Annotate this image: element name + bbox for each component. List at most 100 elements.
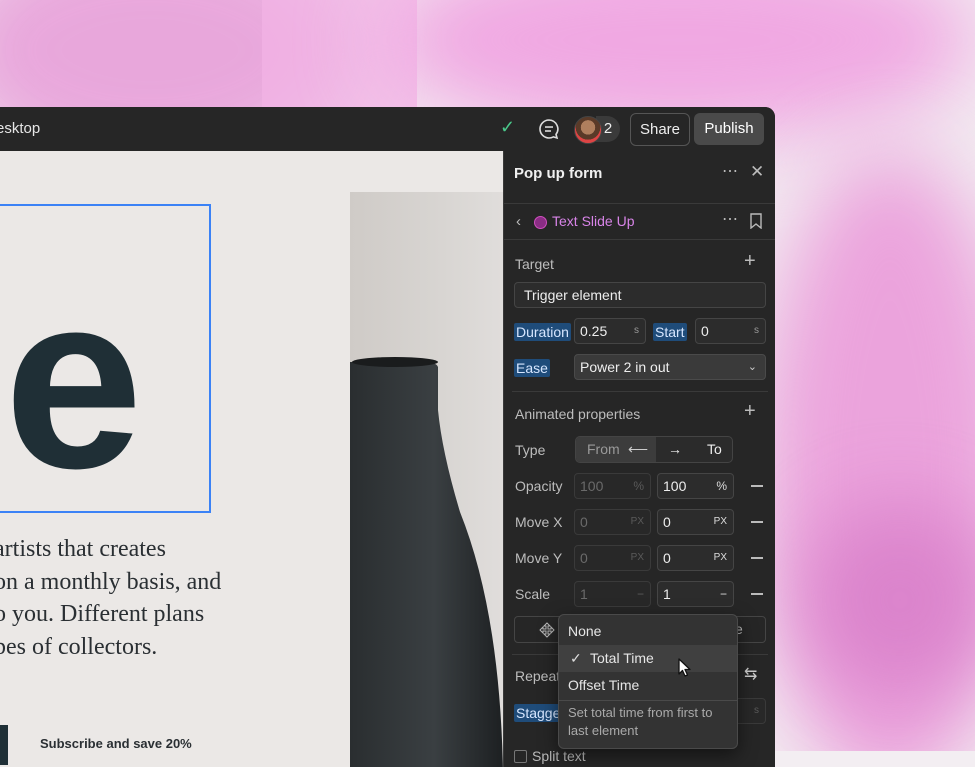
field-unit: PX bbox=[630, 516, 644, 527]
move-y-to-field[interactable]: 0 PX bbox=[657, 545, 734, 571]
dropdown-item-offset-time[interactable]: Offset Time bbox=[559, 672, 737, 699]
dropdown-item-label: Offset Time bbox=[568, 677, 640, 693]
move-y-from-field[interactable]: 0 PX bbox=[574, 545, 651, 571]
bookmark-icon[interactable] bbox=[750, 213, 762, 229]
field-unit: PX bbox=[713, 552, 727, 563]
field-value: 1 bbox=[580, 586, 588, 602]
ease-value: Power 2 in out bbox=[580, 359, 670, 375]
move-icon bbox=[539, 622, 555, 638]
duration-value: 0.25 bbox=[580, 323, 608, 339]
share-button[interactable]: Share bbox=[630, 113, 690, 146]
property-row-move-x: Move X 0 PX 0 PX bbox=[504, 508, 775, 536]
stagger-mode-dropdown: None ✓ Total Time Offset Time Set total … bbox=[558, 614, 738, 749]
remove-property-icon[interactable] bbox=[751, 557, 763, 559]
field-value: 0 bbox=[580, 514, 588, 530]
swap-icon[interactable]: ⇆ bbox=[744, 664, 757, 684]
close-icon[interactable]: ✕ bbox=[750, 162, 764, 182]
property-label: Scale bbox=[515, 586, 551, 602]
scale-from-field[interactable]: 1− bbox=[574, 581, 651, 607]
dropdown-item-label: Total Time bbox=[590, 650, 654, 666]
move-x-from-field[interactable]: 0 PX bbox=[574, 509, 651, 535]
avatar[interactable] bbox=[574, 116, 602, 144]
dropdown-hint: Set total time from first to last elemen… bbox=[568, 705, 713, 738]
target-field[interactable]: Trigger element bbox=[514, 282, 766, 308]
property-label: Move X bbox=[515, 514, 563, 530]
field-value: 0 bbox=[663, 514, 671, 530]
panel-title: Pop up form bbox=[514, 165, 603, 182]
body-text: artists that creates on a monthly basis,… bbox=[0, 533, 334, 663]
property-label: Move Y bbox=[515, 550, 563, 566]
mouse-cursor-icon bbox=[678, 658, 691, 677]
type-from-label: From bbox=[587, 441, 620, 457]
scale-to-field[interactable]: 1− bbox=[657, 581, 734, 607]
publish-button[interactable]: Publish bbox=[694, 113, 764, 145]
stagger-label: Stagge bbox=[514, 704, 563, 722]
saved-check-icon: ✓ bbox=[500, 117, 516, 137]
animation-name[interactable]: Text Slide Up bbox=[552, 213, 634, 229]
target-label: Target bbox=[515, 256, 554, 272]
dropdown-item-none[interactable]: None bbox=[559, 618, 737, 645]
field-value: 1 bbox=[663, 586, 671, 602]
remove-property-icon[interactable] bbox=[751, 521, 763, 523]
field-unit: − bbox=[719, 587, 727, 601]
check-icon: ✓ bbox=[570, 650, 582, 666]
field-unit: − bbox=[636, 587, 644, 601]
dropdown-item-label: None bbox=[568, 623, 602, 639]
stagger-unit: s bbox=[754, 705, 759, 716]
subscribe-text: Subscribe and save 20% bbox=[40, 736, 192, 751]
start-field[interactable]: 0 s bbox=[695, 318, 766, 344]
start-label: Start bbox=[653, 323, 687, 341]
arrow-left-icon: ⟵ bbox=[628, 441, 649, 457]
field-unit: PX bbox=[630, 552, 644, 563]
start-value: 0 bbox=[701, 323, 709, 339]
field-value: 0 bbox=[580, 550, 588, 566]
opacity-from-field[interactable]: 100% bbox=[574, 473, 651, 499]
animation-color-dot bbox=[534, 216, 547, 229]
field-unit: PX bbox=[713, 516, 727, 527]
start-unit: s bbox=[754, 325, 759, 336]
duration-field[interactable]: 0.25 s bbox=[574, 318, 646, 344]
animated-properties-label: Animated properties bbox=[515, 406, 641, 422]
ease-select[interactable]: Power 2 in out ⌄ bbox=[574, 354, 766, 380]
arrow-right-icon: → bbox=[668, 441, 682, 457]
body-line: pes of collectors. bbox=[0, 633, 158, 660]
property-row-opacity: Opacity 100% 100% bbox=[504, 472, 775, 500]
property-row-move-y: Move Y 0 PX 0 PX bbox=[504, 544, 775, 572]
type-label: Type bbox=[515, 442, 546, 458]
remove-property-icon[interactable] bbox=[751, 593, 763, 595]
dropdown-divider bbox=[559, 700, 737, 701]
remove-property-icon[interactable] bbox=[751, 485, 763, 487]
split-text-checkbox[interactable] bbox=[514, 750, 527, 763]
field-unit: % bbox=[633, 479, 644, 493]
ease-label: Ease bbox=[514, 359, 550, 377]
field-unit: % bbox=[716, 479, 727, 493]
repeat-label: Repeat bbox=[515, 668, 561, 684]
body-line: artists that creates bbox=[0, 536, 166, 562]
vase-photo bbox=[350, 192, 503, 767]
design-canvas[interactable]: e artists that creates on a monthly basi… bbox=[0, 151, 503, 767]
back-chevron-icon[interactable]: ‹ bbox=[516, 213, 521, 230]
dark-block bbox=[0, 725, 8, 765]
type-to-button[interactable]: → To bbox=[656, 437, 732, 462]
property-label: Opacity bbox=[515, 478, 563, 494]
comment-icon[interactable] bbox=[538, 118, 560, 140]
duration-unit: s bbox=[634, 325, 639, 336]
dropdown-item-total-time[interactable]: ✓ Total Time bbox=[559, 645, 737, 672]
type-from-button[interactable]: From ⟵ bbox=[576, 437, 656, 462]
chevron-down-icon: ⌄ bbox=[747, 361, 757, 373]
opacity-to-field[interactable]: 100% bbox=[657, 473, 734, 499]
more-icon[interactable]: ⋯ bbox=[722, 209, 738, 229]
body-line: o you. Different plans bbox=[0, 601, 205, 627]
add-target-icon[interactable]: + bbox=[744, 250, 756, 273]
move-x-to-field[interactable]: 0 PX bbox=[657, 509, 734, 535]
page-title: esktop bbox=[0, 120, 41, 137]
more-icon[interactable]: ⋯ bbox=[722, 161, 738, 181]
type-to-label: To bbox=[707, 441, 722, 457]
top-bar: esktop ✓ 2 Share Publish bbox=[0, 107, 775, 152]
selection-box[interactable] bbox=[0, 204, 211, 513]
body-line: on a monthly basis, and bbox=[0, 568, 222, 595]
field-value: 100 bbox=[580, 478, 604, 494]
add-property-icon[interactable]: + bbox=[744, 400, 756, 423]
duration-label: Duration bbox=[514, 323, 571, 341]
split-text-label: Split text bbox=[532, 748, 586, 764]
